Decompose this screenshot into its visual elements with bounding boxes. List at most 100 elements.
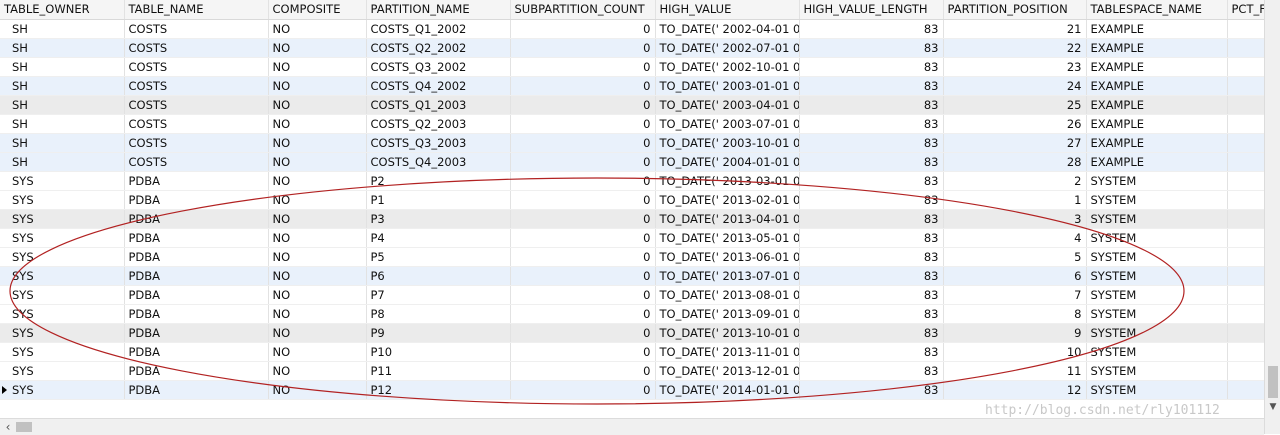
cell-partition-name[interactable]: P6 [366,266,511,286]
cell-high-value-length[interactable]: 83 [799,114,944,134]
cell-table-name[interactable]: COSTS [124,133,269,153]
cell-composite[interactable]: NO [268,152,367,172]
cell-partition-position[interactable]: 21 [943,19,1087,39]
column-header-partition-name[interactable]: PARTITION_NAME [366,0,511,20]
cell-subpartition-count[interactable]: 0 [510,380,656,400]
cell-table-name[interactable]: COSTS [124,57,269,77]
cell-composite[interactable]: NO [268,285,367,305]
cell-high-value-length[interactable]: 83 [799,266,944,286]
cell-high-value[interactable]: TO_DATE(' 2004-01-01 0C [655,152,800,172]
cell-table-owner[interactable]: SYS [0,228,125,248]
table-row[interactable]: SYS PDBA NO P4 0 TO_DATE(' 2013-05-01 0C 83 4 SY… [0,228,1264,248]
cell-composite[interactable]: NO [268,190,367,210]
cell-tablespace-name[interactable]: SYSTEM [1086,380,1228,400]
cell-composite[interactable]: NO [268,266,367,286]
table-row[interactable]: SYS PDBA NO P9 0 TO_DATE(' 2013-10-01 0C 83 9 SY… [0,323,1264,343]
cell-partition-name[interactable]: P3 [366,209,511,229]
cell-table-name[interactable]: PDBA [124,285,269,305]
cell-pct-free[interactable] [1227,323,1264,343]
cell-pct-free[interactable] [1227,190,1264,210]
cell-subpartition-count[interactable]: 0 [510,76,656,96]
vertical-scrollbar[interactable]: ▼ [1264,0,1280,434]
cell-partition-name[interactable]: COSTS_Q2_2002 [366,38,511,58]
cell-high-value-length[interactable]: 83 [799,57,944,77]
cell-subpartition-count[interactable]: 0 [510,152,656,172]
cell-tablespace-name[interactable]: SYSTEM [1086,247,1228,267]
cell-table-owner[interactable]: SYS [0,266,125,286]
cell-high-value[interactable]: TO_DATE(' 2013-08-01 0C [655,285,800,305]
cell-table-name[interactable]: PDBA [124,209,269,229]
cell-table-owner[interactable]: SH [0,57,125,77]
cell-partition-position[interactable]: 10 [943,342,1087,362]
cell-table-owner[interactable]: SH [0,38,125,58]
cell-table-owner[interactable]: SYS [0,342,125,362]
cell-partition-position[interactable]: 3 [943,209,1087,229]
cell-tablespace-name[interactable]: EXAMPLE [1086,57,1228,77]
cell-composite[interactable]: NO [268,19,367,39]
table-row[interactable]: SH COSTS NO COSTS_Q4_2002 0 TO_DATE(' 2003-01… [0,76,1264,96]
cell-partition-name[interactable]: P7 [366,285,511,305]
cell-tablespace-name[interactable]: EXAMPLE [1086,76,1228,96]
cell-high-value[interactable]: TO_DATE(' 2014-01-01 0C [655,380,800,400]
cell-high-value-length[interactable]: 83 [799,209,944,229]
cell-tablespace-name[interactable]: SYSTEM [1086,304,1228,324]
cell-high-value[interactable]: TO_DATE(' 2003-10-01 0C [655,133,800,153]
cell-high-value[interactable]: TO_DATE(' 2013-03-01 0C [655,171,800,191]
horizontal-scrollbar[interactable]: ‹ [0,418,1264,435]
cell-table-owner[interactable]: SH [0,95,125,115]
cell-high-value-length[interactable]: 83 [799,323,944,343]
cell-high-value[interactable]: TO_DATE(' 2003-04-01 0C [655,95,800,115]
cell-partition-name[interactable]: COSTS_Q4_2002 [366,76,511,96]
cell-high-value[interactable]: TO_DATE(' 2013-02-01 0C [655,190,800,210]
cell-subpartition-count[interactable]: 0 [510,114,656,134]
cell-partition-name[interactable]: P12 [366,380,511,400]
cell-high-value[interactable]: TO_DATE(' 2013-07-01 0C [655,266,800,286]
cell-table-owner[interactable]: SYS [0,285,125,305]
cell-subpartition-count[interactable]: 0 [510,209,656,229]
cell-partition-name[interactable]: P4 [366,228,511,248]
cell-table-owner[interactable]: SH [0,152,125,172]
column-header-partition-position[interactable]: PARTITION_POSITION [943,0,1087,20]
cell-partition-name[interactable]: P2 [366,171,511,191]
cell-high-value-length[interactable]: 83 [799,247,944,267]
cell-subpartition-count[interactable]: 0 [510,38,656,58]
cell-subpartition-count[interactable]: 0 [510,190,656,210]
cell-partition-position[interactable]: 4 [943,228,1087,248]
cell-subpartition-count[interactable]: 0 [510,228,656,248]
table-row[interactable]: SH COSTS NO COSTS_Q4_2003 0 TO_DATE(' 2004-01… [0,152,1264,172]
cell-subpartition-count[interactable]: 0 [510,266,656,286]
cell-partition-position[interactable]: 11 [943,361,1087,381]
cell-table-name[interactable]: PDBA [124,171,269,191]
cell-high-value[interactable]: TO_DATE(' 2003-07-01 0C [655,114,800,134]
cell-subpartition-count[interactable]: 0 [510,361,656,381]
cell-partition-position[interactable]: 23 [943,57,1087,77]
cell-high-value[interactable]: TO_DATE(' 2013-05-01 0C [655,228,800,248]
cell-partition-position[interactable]: 22 [943,38,1087,58]
table-row[interactable]: SYS PDBA NO P1 0 TO_DATE(' 2013-02-01 0C 83 1 SY… [0,190,1264,210]
table-row[interactable]: SH COSTS NO COSTS_Q2_2003 0 TO_DATE(' 2003-07… [0,114,1264,134]
cell-tablespace-name[interactable]: SYSTEM [1086,266,1228,286]
cell-table-name[interactable]: PDBA [124,247,269,267]
cell-tablespace-name[interactable]: SYSTEM [1086,190,1228,210]
cell-composite[interactable]: NO [268,38,367,58]
cell-high-value-length[interactable]: 83 [799,133,944,153]
cell-table-name[interactable]: COSTS [124,38,269,58]
cell-partition-position[interactable]: 6 [943,266,1087,286]
cell-partition-position[interactable]: 12 [943,380,1087,400]
cell-composite[interactable]: NO [268,342,367,362]
cell-pct-free[interactable] [1227,342,1264,362]
cell-partition-name[interactable]: COSTS_Q3_2003 [366,133,511,153]
cell-high-value[interactable]: TO_DATE(' 2013-10-01 0C [655,323,800,343]
cell-pct-free[interactable] [1227,247,1264,267]
table-row[interactable]: SYS PDBA NO P10 0 TO_DATE(' 2013-11-01 0C 83 10… [0,342,1264,362]
table-row[interactable]: SH COSTS NO COSTS_Q3_2003 0 TO_DATE(' 2003-10… [0,133,1264,153]
cell-tablespace-name[interactable]: SYSTEM [1086,171,1228,191]
cell-tablespace-name[interactable]: EXAMPLE [1086,133,1228,153]
cell-pct-free[interactable] [1227,209,1264,229]
cell-tablespace-name[interactable]: EXAMPLE [1086,38,1228,58]
cell-high-value[interactable]: TO_DATE(' 2002-10-01 0C [655,57,800,77]
cell-composite[interactable]: NO [268,76,367,96]
cell-tablespace-name[interactable]: SYSTEM [1086,209,1228,229]
column-header-table-name[interactable]: TABLE_NAME [124,0,269,20]
cell-high-value[interactable]: TO_DATE(' 2002-04-01 0C [655,19,800,39]
